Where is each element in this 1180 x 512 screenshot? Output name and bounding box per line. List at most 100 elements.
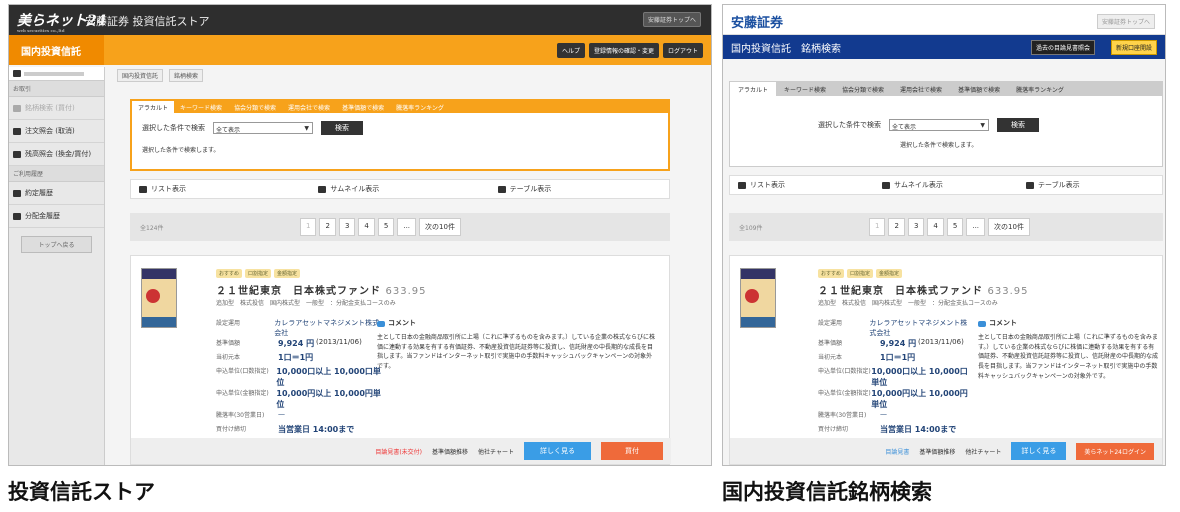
card-footer: 目論見書 基準価額推移 他社チャート 詳しく見る 美らネット24ログイン — [730, 438, 1162, 464]
tab-company[interactable]: 運用会社で検索 — [892, 82, 950, 96]
sidebar-item-search[interactable]: 銘柄検索 (買付) — [9, 97, 104, 120]
tab-nav[interactable]: 基準価額で検索 — [336, 101, 390, 113]
tab-ranking[interactable]: 騰落率ランキング — [390, 101, 450, 113]
detail-key: 当初元本 — [818, 354, 843, 361]
top-link[interactable]: 安藤証券トップへ — [1096, 14, 1155, 29]
section-title: 国内投資信託 — [9, 35, 104, 65]
back-to-top-button[interactable]: トップへ戻る — [21, 236, 92, 253]
detail-key: 申込単位(口数指定) — [818, 368, 871, 375]
external-chart-link[interactable]: 他社チャート — [965, 447, 1001, 456]
sidebar-item-orders[interactable]: 注文照会 (取消) — [9, 120, 104, 143]
list-view-button[interactable]: リスト表示 — [131, 180, 310, 198]
login-button[interactable]: 美らネット24ログイン — [1076, 442, 1154, 460]
page-button[interactable]: 2 — [888, 218, 905, 236]
comment-text: 主として日本の金融商品取引所に上場（これに準ずるものを含みます。）している企業の… — [978, 334, 1159, 380]
fund-thumbnail[interactable] — [740, 268, 776, 328]
tab-keyword[interactable]: キーワード検索 — [776, 82, 834, 96]
view-switcher: リスト表示 サムネイル表示 テーブル表示 — [130, 179, 670, 199]
top-header: 安藤証券 安藤証券トップへ — [723, 5, 1165, 35]
detail-date: (2013/11/06) — [918, 338, 964, 346]
sidebar-item-contract-history[interactable]: 約定履歴 — [9, 182, 104, 205]
tag: 金額指定 — [876, 269, 903, 278]
nav-history-link[interactable]: 基準価額推移 — [432, 447, 468, 456]
condition-select[interactable]: 全て表示 — [213, 122, 313, 134]
table-view-button[interactable]: テーブル表示 — [1018, 176, 1162, 194]
tag: おすすめ — [216, 269, 243, 278]
fund-name[interactable]: ２１世紀東京 日本株式ファンド 633.95 — [216, 282, 426, 297]
section-bar: 国内投資信託 ヘルプ 登録情報の確認・変更 ログアウト — [9, 35, 711, 65]
page-button[interactable]: 3 — [907, 218, 925, 236]
external-chart-link[interactable]: 他社チャート — [478, 447, 514, 456]
next-page-button[interactable]: 次の10件 — [419, 218, 461, 236]
detail-value: カレラアセットマネジメント株式会社 — [274, 319, 380, 337]
top-link[interactable]: 安藤証券トップへ — [642, 12, 701, 27]
fund-thumbnail[interactable] — [141, 268, 177, 328]
prospectus-link[interactable]: 目論見書(未交付) — [375, 447, 422, 456]
detail-key: 申込単位(口数指定) — [216, 368, 269, 375]
sidebar: お取引 銘柄検索 (買付) 注文照会 (取消) 残高照会 (換金/買付) ご利用… — [9, 67, 105, 465]
logo[interactable]: 安藤証券 — [731, 12, 783, 31]
tab-ranking[interactable]: 騰落率ランキング — [1008, 82, 1072, 96]
document-icon — [13, 127, 21, 135]
next-page-button[interactable]: 次の10件 — [988, 218, 1030, 236]
nav-history-link[interactable]: 基準価額推移 — [919, 447, 955, 456]
store-screenshot-panel: 美らネット24 web securities co.,ltd 安藤証券 投資信託ス… — [8, 4, 712, 466]
search-note: 選択した条件で検索します。 — [900, 142, 978, 149]
logout-button[interactable]: ログアウト — [662, 43, 703, 58]
condition-select[interactable]: 全て表示 — [889, 119, 989, 131]
detail-button[interactable]: 詳しく見る — [1011, 442, 1067, 460]
page-button[interactable]: 5 — [377, 218, 395, 236]
open-account-button[interactable]: 新規口座開設 — [1110, 40, 1157, 55]
fund-card: おすすめ 口割指定 金額指定 ２１世紀東京 日本株式ファンド 633.95 追加… — [729, 255, 1163, 465]
detail-key: 申込単位(金額指定) — [818, 390, 871, 397]
page-button[interactable]: 3 — [338, 218, 356, 236]
list-view-button[interactable]: リスト表示 — [730, 176, 874, 194]
tab-category[interactable]: 協会分類で検索 — [228, 101, 282, 113]
thumbnail-view-button[interactable]: サムネイル表示 — [310, 180, 489, 198]
table-view-button[interactable]: テーブル表示 — [490, 180, 669, 198]
tab-nav[interactable]: 基準価額で検索 — [950, 82, 1008, 96]
account-settings-button[interactable]: 登録情報の確認・変更 — [588, 43, 659, 58]
past-prospectus-button[interactable]: 過去の目論見書照会 — [1030, 40, 1095, 55]
tab-keyword[interactable]: キーワード検索 — [174, 101, 228, 113]
sidebar-item-balance[interactable]: 残高照会 (換金/買付) — [9, 143, 104, 166]
detail-key: 設定運用 — [216, 320, 241, 327]
fund-nav: 633.95 — [385, 286, 427, 297]
detail-key: 買付け締切 — [216, 426, 247, 433]
section-title: 国内投資信託 銘柄検索 — [731, 44, 841, 55]
search-button[interactable]: 検索 — [997, 118, 1039, 132]
folder-icon — [13, 189, 21, 197]
page-button[interactable]: 4 — [927, 218, 944, 236]
tag: 口割指定 — [245, 269, 272, 278]
page-button[interactable]: 1 — [300, 218, 317, 236]
search-button[interactable]: 検索 — [321, 121, 363, 135]
prospectus-link[interactable]: 目論見書 — [885, 447, 909, 456]
thumbnail-view-button[interactable]: サムネイル表示 — [874, 176, 1018, 194]
detail-value: 10,000円以上 10,000円単位 — [871, 389, 968, 409]
page-button[interactable]: 4 — [358, 218, 375, 236]
detail-button[interactable]: 詳しく見る — [524, 442, 591, 460]
page-button[interactable]: 1 — [869, 218, 886, 236]
sidebar-item-dividend-history[interactable]: 分配金履歴 — [9, 205, 104, 228]
fund-name[interactable]: ２１世紀東京 日本株式ファンド 633.95 — [818, 282, 1028, 297]
section-bar: 国内投資信託 銘柄検索 過去の目論見書照会 新規口座開設 — [723, 35, 1165, 59]
page-button[interactable]: 5 — [946, 218, 964, 236]
page-button[interactable]: 2 — [319, 218, 336, 236]
table-icon — [1026, 181, 1034, 189]
breadcrumb-item[interactable]: 国内投資信託 — [117, 69, 164, 82]
detail-value: 当営業日 14:00まで — [278, 425, 355, 434]
tab-alacarte[interactable]: アラカルト — [132, 101, 175, 113]
caption-search: 国内投資信託銘柄検索 — [722, 480, 932, 504]
buy-button[interactable]: 買付 — [601, 442, 663, 460]
breadcrumb-item: 銘柄検索 — [169, 69, 204, 82]
detail-value: 10,000口以上 10,000口単位 — [871, 367, 968, 387]
detail-value: 9,924 円 — [880, 339, 917, 348]
result-count: 全109件 — [739, 224, 763, 232]
tab-category[interactable]: 協会分類で検索 — [834, 82, 892, 96]
search-screenshot-panel: 安藤証券 安藤証券トップへ 国内投資信託 銘柄検索 過去の目論見書照会 新規口座… — [722, 4, 1166, 466]
tab-company[interactable]: 運用会社で検索 — [282, 101, 336, 113]
tab-alacarte[interactable]: アラカルト — [730, 82, 777, 96]
user-name-blurred — [24, 71, 84, 76]
search-icon — [13, 104, 21, 112]
help-button[interactable]: ヘルプ — [556, 43, 585, 58]
